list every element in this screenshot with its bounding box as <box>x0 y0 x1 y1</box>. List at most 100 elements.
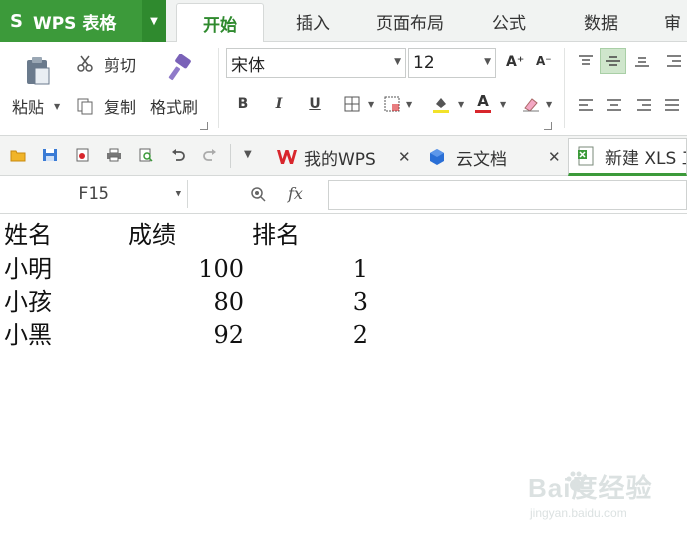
doc-tab-label: 云文档 <box>456 149 507 170</box>
bold-button[interactable]: B <box>230 92 256 116</box>
underline-button[interactable]: U <box>302 92 328 116</box>
ribbon-separator <box>564 48 565 128</box>
cell-rank[interactable]: 2 <box>252 318 368 352</box>
font-group-launcher-icon[interactable] <box>544 122 552 130</box>
save-icon[interactable] <box>42 148 58 162</box>
redo-icon[interactable] <box>202 148 218 162</box>
undo-icon[interactable] <box>170 148 186 162</box>
font-name-select[interactable]: 宋体 ▼ <box>226 48 406 78</box>
name-box-dropdown-icon[interactable]: ▼ <box>176 189 181 199</box>
tab-page-layout[interactable]: 页面布局 <box>362 0 458 42</box>
copy-button[interactable]: 复制 <box>76 92 136 120</box>
clear-format-icon[interactable] <box>522 96 540 112</box>
tab-formulas[interactable]: 公式 <box>476 0 542 42</box>
merge-dropdown-icon[interactable]: ▼ <box>406 100 412 109</box>
align-middle-button[interactable] <box>600 48 626 74</box>
close-tab-icon[interactable]: ✕ <box>548 148 561 166</box>
borders-dropdown-icon[interactable]: ▼ <box>368 100 374 109</box>
cell-rank[interactable]: 3 <box>252 285 368 319</box>
open-folder-icon[interactable] <box>10 148 26 162</box>
tab-data[interactable]: 数据 <box>568 0 634 42</box>
paintbrush-icon <box>168 54 191 81</box>
merge-cells-icon[interactable] <box>384 96 400 112</box>
ribbon: 粘贴 ▼ 剪切 复制 格式刷 宋体 ▼ 12 ▼ A⁺ A⁻ B I U ▼ ▼… <box>0 42 687 136</box>
clipboard-group-launcher-icon[interactable] <box>200 122 208 130</box>
font-color-letter: A <box>477 92 489 110</box>
doc-tab-my-wps[interactable]: 我的WPS ✕ <box>268 138 418 176</box>
clipboard-icon <box>27 57 50 85</box>
insert-function-button[interactable]: fx <box>288 184 303 203</box>
app-title: WPS 表格 <box>32 13 117 34</box>
export-pdf-icon[interactable] <box>74 148 90 162</box>
fill-color-icon[interactable] <box>432 94 450 114</box>
align-middle-icon <box>606 56 620 66</box>
watermark: Bai度经验 jingyan.baidu.com <box>520 468 670 528</box>
cut-label: 剪切 <box>104 56 137 75</box>
close-tab-icon[interactable]: ✕ <box>398 148 411 166</box>
fill-color-dropdown-icon[interactable]: ▼ <box>458 100 464 109</box>
quick-access-customize-icon[interactable]: ▼ <box>244 149 252 160</box>
align-bottom-icon[interactable] <box>634 54 650 68</box>
clear-format-dropdown-icon[interactable]: ▼ <box>546 100 552 109</box>
doc-tab-new-xls[interactable]: 新建 XLS 工 <box>568 138 687 176</box>
font-color-dropdown-icon[interactable]: ▼ <box>500 100 506 109</box>
paste-label: 粘贴 <box>12 98 45 117</box>
tab-home[interactable]: 开始 <box>176 3 264 43</box>
borders-icon[interactable] <box>344 96 360 112</box>
copy-icon <box>77 98 93 115</box>
cell-rank[interactable]: 1 <box>252 252 368 286</box>
cell-name[interactable]: 小孩 <box>4 285 52 319</box>
header-score[interactable]: 成绩 <box>128 218 176 252</box>
justify-icon[interactable] <box>664 98 680 112</box>
app-menu-dropdown-icon[interactable]: ▼ <box>142 0 166 42</box>
quick-access-bar: ▼ 我的WPS ✕ 云文档 ✕ 新建 XLS 工 <box>0 136 687 176</box>
format-painter-button[interactable]: 格式刷 <box>150 52 210 126</box>
indent-icon[interactable] <box>666 54 682 68</box>
grow-font-button[interactable]: A⁺ <box>506 54 524 70</box>
font-size-dropdown-icon[interactable]: ▼ <box>484 57 491 67</box>
cell-name[interactable]: 小黑 <box>4 318 52 352</box>
paste-button[interactable]: 粘贴 ▼ <box>10 52 66 126</box>
print-icon[interactable] <box>106 148 122 162</box>
header-name[interactable]: 姓名 <box>4 218 52 252</box>
font-size-value: 12 <box>413 53 435 73</box>
align-right-icon[interactable] <box>636 98 652 112</box>
doc-tab-label: 我的WPS <box>304 149 376 170</box>
shrink-font-button[interactable]: A⁻ <box>536 54 552 68</box>
formula-bar: F15 ▼ fx <box>0 176 687 214</box>
cell-name-box[interactable]: F15 ▼ <box>0 180 188 208</box>
copy-label: 复制 <box>104 98 137 117</box>
doc-tab-cloud-docs[interactable]: 云文档 ✕ <box>420 138 566 176</box>
watermark-text: Bai度经验 <box>528 473 653 503</box>
font-name-dropdown-icon[interactable]: ▼ <box>394 57 401 67</box>
italic-button[interactable]: I <box>266 92 292 116</box>
header-rank[interactable]: 排名 <box>252 218 300 252</box>
toolbar-separator <box>230 144 231 168</box>
align-top-icon[interactable] <box>578 54 594 68</box>
tab-review[interactable]: 审 <box>664 0 687 42</box>
spreadsheet-file-icon <box>578 146 594 166</box>
zoom-search-icon[interactable] <box>250 186 266 202</box>
app-menu-button[interactable]: S WPS 表格 <box>0 0 142 42</box>
formula-input[interactable] <box>328 180 687 210</box>
cloud-cube-icon <box>430 149 444 165</box>
print-preview-icon[interactable] <box>138 148 154 162</box>
cut-button[interactable]: 剪切 <box>76 50 136 78</box>
paste-dropdown-icon[interactable]: ▼ <box>54 102 60 111</box>
font-color-button[interactable]: A <box>474 92 492 116</box>
ribbon-separator <box>218 48 219 128</box>
cell-score[interactable]: 100 <box>128 252 244 286</box>
cell-score[interactable]: 92 <box>128 318 244 352</box>
font-size-select[interactable]: 12 ▼ <box>408 48 496 78</box>
wps-w-logo-icon <box>277 150 297 164</box>
font-color-swatch <box>475 110 491 113</box>
wps-logo-icon: S <box>10 10 23 32</box>
tab-insert[interactable]: 插入 <box>276 0 350 42</box>
align-left-icon[interactable] <box>578 98 594 112</box>
cell-score[interactable]: 80 <box>128 285 244 319</box>
align-center-icon[interactable] <box>606 98 622 112</box>
watermark-url: jingyan.baidu.com <box>530 506 627 520</box>
cell-name[interactable]: 小明 <box>4 252 52 286</box>
cell-reference: F15 <box>78 184 109 204</box>
doc-tab-label: 新建 XLS 工 <box>605 148 686 169</box>
